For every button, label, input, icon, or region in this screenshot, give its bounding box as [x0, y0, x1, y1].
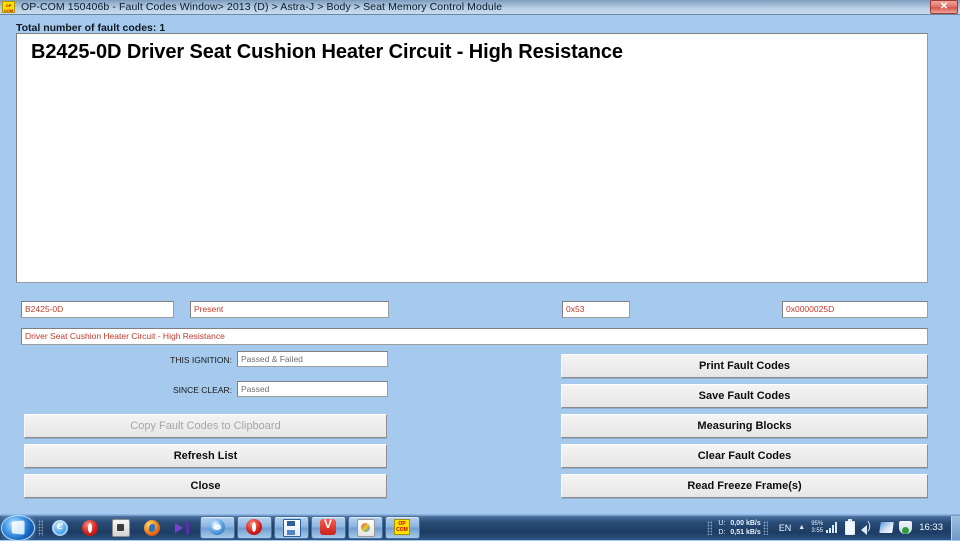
tray-grip[interactable]: [707, 520, 713, 535]
fault-description-field[interactable]: Driver Seat Cushion Heater Circuit - Hig…: [21, 328, 928, 345]
opera-icon: [246, 519, 262, 535]
since-clear-field[interactable]: Passed: [237, 381, 388, 397]
language-grip[interactable]: [762, 520, 768, 535]
task-button-paint[interactable]: [348, 516, 383, 539]
quick-launch-bar: [52, 518, 190, 537]
measuring-blocks-button[interactable]: Measuring Blocks: [561, 414, 928, 438]
volume-icon[interactable]: [861, 520, 874, 535]
windows-logo-icon: [11, 519, 25, 535]
media-player-icon[interactable]: [174, 520, 190, 536]
battery-readout: 95% 3:55: [811, 521, 823, 535]
save-fault-codes-button[interactable]: Save Fault Codes: [561, 384, 928, 408]
this-ignition-label: THIS IGNITION:: [170, 355, 232, 365]
upload-key: U:: [718, 519, 726, 527]
download-rate: 0,51 kB/s: [730, 528, 761, 536]
battery-percent: 95%: [811, 520, 824, 527]
battery-icon[interactable]: [845, 518, 856, 535]
print-fault-codes-button[interactable]: Print Fault Codes: [561, 354, 928, 378]
system-tray: U: D: 0,00 kB/s 0,51 kB/s EN ▲ 95% 3:55: [705, 515, 951, 541]
refresh-list-button[interactable]: Refresh List: [24, 444, 387, 468]
copy-fault-codes-button[interactable]: Copy Fault Codes to Clipboard: [24, 414, 387, 438]
since-clear-label: SINCE CLEAR:: [172, 385, 232, 395]
task-button-opcom[interactable]: OP COM: [385, 516, 420, 539]
security-shield-icon[interactable]: [899, 521, 913, 534]
opera-icon[interactable]: [82, 519, 98, 536]
clear-fault-codes-button[interactable]: Clear Fault Codes: [561, 444, 928, 468]
upload-rate: 0,00 kB/s: [730, 519, 761, 527]
application-icon[interactable]: [112, 518, 130, 537]
task-button-save[interactable]: [274, 516, 309, 539]
read-freeze-frames-button[interactable]: Read Freeze Frame(s): [561, 474, 928, 498]
window-title: OP-COM 150406b - Fault Codes Window> 201…: [21, 1, 503, 13]
task-button-opera[interactable]: [237, 516, 272, 539]
fault-hex-word-field[interactable]: 0x0000025D: [782, 301, 928, 318]
download-key: D:: [718, 528, 726, 536]
show-hidden-icons-button[interactable]: ▲: [798, 524, 805, 531]
opcom-fault-codes-window: OP COM OP-COM 150406b - Fault Codes Wind…: [0, 0, 960, 541]
opcom-app-icon: OP COM: [2, 1, 15, 13]
list-item[interactable]: B2425-0D Driver Seat Cushion Heater Circ…: [17, 34, 927, 64]
internet-explorer-icon[interactable]: [52, 518, 68, 536]
globe-icon: [209, 519, 225, 535]
close-icon: ✕: [939, 1, 949, 12]
show-desktop-button[interactable]: [951, 515, 960, 540]
firefox-icon[interactable]: [144, 519, 160, 536]
toolbar-grip[interactable]: [38, 519, 43, 536]
vivaldi-icon: [320, 517, 336, 535]
close-button[interactable]: Close: [24, 474, 387, 498]
task-buttons: OP COM: [200, 516, 420, 539]
save-icon: [283, 519, 301, 537]
start-button[interactable]: [1, 514, 35, 541]
fault-code-field[interactable]: B2425-0D: [21, 301, 174, 318]
action-center-flag-icon[interactable]: [879, 522, 894, 533]
network-meter-keys: U: D:: [718, 519, 725, 537]
fault-hex-byte-field[interactable]: 0x53: [562, 301, 630, 318]
network-meter[interactable]: U: D: 0,00 kB/s 0,51 kB/s: [718, 519, 760, 537]
close-window-button[interactable]: ✕: [930, 0, 958, 14]
opcom-icon: OP COM: [394, 519, 410, 535]
paint-icon: [357, 519, 375, 537]
battery-time-remaining: 3:55: [811, 527, 824, 534]
windows-taskbar: OP COM U: D: 0,00 kB/s 0,51 kB/s EN ▲ 95…: [0, 514, 960, 541]
task-button-globe[interactable]: [200, 516, 235, 539]
window-titlebar: OP COM OP-COM 150406b - Fault Codes Wind…: [0, 0, 960, 15]
fault-codes-list[interactable]: B2425-0D Driver Seat Cushion Heater Circ…: [16, 33, 928, 283]
this-ignition-field[interactable]: Passed & Failed: [237, 351, 388, 367]
fault-status-field[interactable]: Present: [190, 301, 389, 318]
network-meter-values: 0,00 kB/s 0,51 kB/s: [730, 519, 760, 537]
language-indicator[interactable]: EN: [779, 523, 792, 533]
task-button-vivaldi[interactable]: [311, 516, 346, 539]
clock[interactable]: 16:33: [919, 522, 943, 533]
tray-icons: [826, 518, 913, 535]
network-signal-icon[interactable]: [826, 522, 839, 533]
